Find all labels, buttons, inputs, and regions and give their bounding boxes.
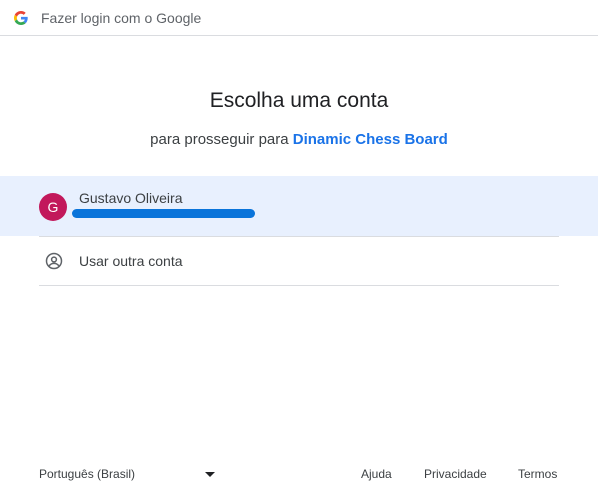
- google-signin-dialog: Fazer login com o Google Escolha uma con…: [0, 0, 598, 499]
- subtitle-prefix: para prosseguir para: [150, 131, 293, 148]
- page-subtitle: para prosseguir para Dinamic Chess Board: [0, 131, 598, 148]
- google-g-icon: [14, 11, 28, 25]
- redacted-email: [72, 209, 255, 218]
- privacy-link[interactable]: Privacidade: [424, 467, 487, 481]
- divider: [39, 285, 559, 286]
- help-link[interactable]: Ajuda: [361, 467, 392, 481]
- language-label: Português (Brasil): [39, 467, 136, 481]
- language-select[interactable]: Português (Brasil): [39, 464, 219, 486]
- account-circle-icon: [45, 252, 63, 270]
- caret-down-icon: [205, 472, 215, 477]
- account-name: Gustavo Oliveira: [79, 190, 183, 206]
- account-item[interactable]: G Gustavo Oliveira: [0, 176, 598, 236]
- page-title: Escolha uma conta: [209, 89, 389, 112]
- dialog-header: Fazer login com o Google: [0, 0, 598, 36]
- header-title: Fazer login com o Google: [41, 10, 202, 26]
- terms-link[interactable]: Termos: [518, 467, 557, 481]
- use-other-account-label: Usar outra conta: [79, 253, 183, 269]
- app-name-link[interactable]: Dinamic Chess Board: [293, 131, 448, 148]
- use-other-account-button[interactable]: Usar outra conta: [0, 237, 598, 285]
- avatar: G: [39, 193, 67, 221]
